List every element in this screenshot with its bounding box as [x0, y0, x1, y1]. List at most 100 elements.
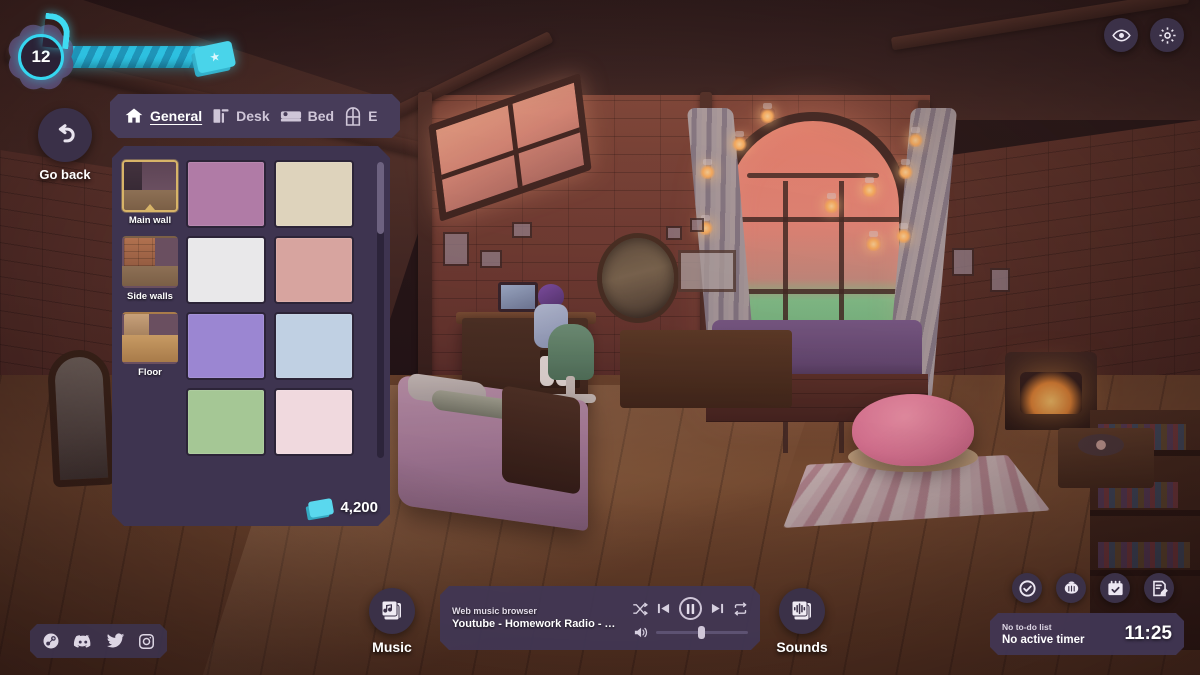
- wall-poster: [512, 222, 532, 238]
- productivity-tools-bar: [1012, 573, 1174, 603]
- player-controls: [618, 597, 748, 639]
- string-light-bulb: [898, 159, 913, 179]
- fire-glow: [1020, 372, 1082, 414]
- sideboard-cabinet: [620, 330, 792, 408]
- track-info: Web music browser Youtube - Homework Rad…: [452, 606, 618, 630]
- bed-icon: [280, 107, 302, 125]
- volume-slider[interactable]: [656, 631, 748, 634]
- desk-chair: [548, 324, 594, 380]
- surface-label: Main wall: [128, 215, 172, 226]
- sounds-button-label: Sounds: [776, 639, 828, 655]
- home-icon: [124, 106, 144, 126]
- color-swatch[interactable]: [186, 160, 266, 228]
- color-swatch[interactable]: [274, 388, 354, 456]
- checkmark-circle-icon[interactable]: [1012, 573, 1042, 603]
- side-walls-thumbnail: [122, 236, 178, 288]
- go-back-button[interactable]: Go back: [20, 108, 110, 182]
- social-links-bar: [30, 624, 167, 658]
- tab-window[interactable]: E: [344, 106, 377, 126]
- clock: 11:25: [1124, 623, 1172, 644]
- currency-display: 4,200: [309, 499, 378, 516]
- oval-wall-mirror: [597, 233, 679, 323]
- bed-footboard: [502, 385, 580, 495]
- surface-item-side-walls[interactable]: Side walls: [122, 236, 178, 302]
- tab-window-label: E: [368, 108, 378, 124]
- tab-bed[interactable]: Bed: [280, 107, 334, 125]
- selected-caret-icon: [145, 204, 155, 210]
- todo-timer-widget[interactable]: No to-do list No active timer 11:25: [990, 613, 1184, 655]
- calendar-check-icon[interactable]: [1100, 573, 1130, 603]
- tab-general-label: General: [150, 108, 203, 124]
- wall-poster: [666, 226, 682, 240]
- color-swatch-grid: [186, 160, 354, 460]
- swatch-scrollbar[interactable]: [377, 162, 384, 458]
- music-player: Web music browser Youtube - Homework Rad…: [440, 586, 760, 650]
- wall-poster: [443, 232, 469, 266]
- eye-icon[interactable]: [1104, 18, 1138, 52]
- todo-list-status: No to-do list: [1002, 622, 1052, 632]
- volume-icon[interactable]: [634, 626, 649, 639]
- main-wall-thumbnail: [122, 160, 178, 212]
- surface-item-floor[interactable]: Floor: [122, 312, 178, 378]
- customization-panel: Main wall Side walls Floor 4,200: [112, 146, 390, 526]
- color-swatch[interactable]: [274, 312, 354, 380]
- window-icon: [344, 106, 362, 126]
- currency-amount: 4,200: [340, 499, 378, 516]
- volume-slider-knob[interactable]: [698, 626, 705, 639]
- back-arrow-icon[interactable]: [38, 108, 92, 162]
- track-source: Web music browser: [452, 606, 537, 616]
- xp-progress-bar: [60, 46, 210, 68]
- go-back-label: Go back: [39, 167, 91, 182]
- shuffle-icon[interactable]: [633, 602, 648, 616]
- tab-bed-label: Bed: [307, 108, 335, 124]
- ticket-icon: [308, 498, 334, 518]
- computer-monitor: [498, 282, 538, 312]
- wall-poster: [952, 248, 974, 276]
- tab-general[interactable]: General: [124, 106, 202, 126]
- music-button[interactable]: Music: [352, 588, 432, 655]
- twitter-icon[interactable]: [106, 633, 125, 649]
- repeat-icon[interactable]: [733, 602, 748, 616]
- music-button-label: Music: [372, 639, 412, 655]
- todo-texts: No to-do list No active timer: [1002, 622, 1084, 646]
- standing-mirror: [46, 348, 116, 488]
- instagram-icon[interactable]: [138, 633, 155, 650]
- string-light-bulb: [896, 223, 911, 243]
- top-right-controls: [1104, 18, 1184, 52]
- sounds-button[interactable]: Sounds: [762, 588, 842, 655]
- color-swatch[interactable]: [186, 312, 266, 380]
- music-stack-icon[interactable]: [369, 588, 415, 634]
- previous-track-icon[interactable]: [657, 602, 670, 615]
- notepad-pen-icon[interactable]: [1144, 573, 1174, 603]
- wall-poster: [990, 268, 1010, 292]
- string-light-bulb: [760, 103, 775, 123]
- timer-status: No active timer: [1002, 634, 1085, 646]
- color-swatch[interactable]: [186, 236, 266, 304]
- vinyl-record: [1078, 434, 1124, 456]
- surface-label: Side walls: [127, 291, 173, 302]
- sound-waves-stack-icon[interactable]: [779, 588, 825, 634]
- string-light-bulb: [862, 177, 877, 197]
- next-track-icon[interactable]: [711, 602, 724, 615]
- level-number: 12: [31, 47, 51, 66]
- scrollbar-thumb[interactable]: [377, 162, 384, 234]
- string-light-bulb: [908, 127, 923, 147]
- wall-poster: [690, 218, 704, 232]
- color-swatch[interactable]: [274, 160, 354, 228]
- color-swatch[interactable]: [274, 236, 354, 304]
- xp-bar-container: 12 ★: [4, 12, 238, 94]
- wall-whiteboard: [678, 250, 736, 292]
- steam-icon[interactable]: [42, 632, 60, 650]
- surface-item-main-wall[interactable]: Main wall: [122, 160, 178, 226]
- pomodoro-timer-icon[interactable]: [1056, 573, 1086, 603]
- color-swatch[interactable]: [186, 388, 266, 456]
- tab-desk[interactable]: Desk: [212, 107, 269, 125]
- tab-desk-label: Desk: [236, 108, 270, 124]
- wall-poster: [480, 250, 502, 268]
- gear-icon[interactable]: [1150, 18, 1184, 52]
- swatch-area: 4,200: [182, 146, 390, 526]
- floor-thumbnail: [122, 312, 178, 364]
- pause-icon[interactable]: [679, 597, 702, 620]
- discord-icon[interactable]: [73, 633, 93, 649]
- string-light-bulb: [866, 231, 881, 251]
